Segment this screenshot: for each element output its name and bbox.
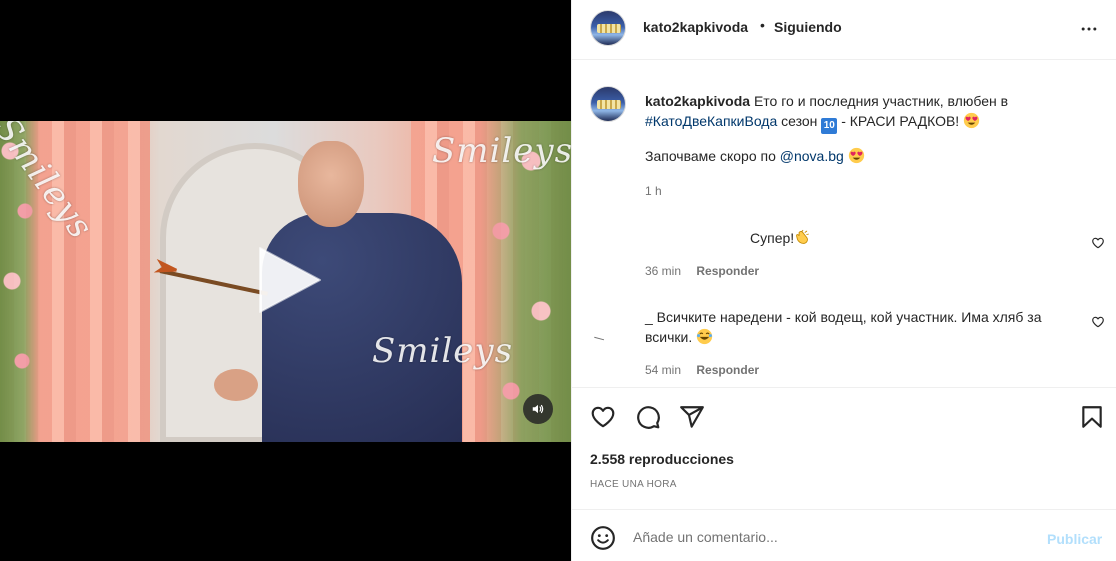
comment-avatar-placeholder — [593, 336, 605, 342]
play-icon[interactable] — [252, 244, 324, 316]
header-username[interactable]: kato2kapkivoda — [643, 19, 748, 35]
more-horizontal-icon[interactable] — [1077, 17, 1101, 41]
video-player[interactable]: Smileys Smileys Smileys — [0, 121, 571, 442]
caption-timestamp: 1 h — [645, 184, 662, 198]
watermark-text: Smileys — [432, 131, 571, 171]
comment-text: Супер! — [750, 229, 811, 249]
reply-button[interactable]: Responder — [696, 264, 759, 278]
emoji-picker-icon[interactable] — [590, 525, 616, 551]
comment-time: 54 min — [645, 363, 682, 377]
comment-like-heart-icon[interactable] — [1091, 236, 1105, 250]
bookmark-icon[interactable] — [1079, 404, 1105, 430]
comment-time: 36 min — [645, 264, 682, 278]
avatar[interactable] — [590, 86, 626, 122]
media-panel: Smileys Smileys Smileys — [0, 0, 571, 561]
watermark-text: Smileys — [372, 331, 514, 371]
reply-button[interactable]: Responder — [696, 363, 759, 377]
following-button[interactable]: Siguiendo — [774, 19, 842, 35]
publish-button[interactable]: Publicar — [1047, 531, 1102, 547]
laughing-tears-emoji-icon — [696, 328, 713, 350]
view-count[interactable]: 2.558 reproducciones — [590, 451, 734, 467]
heart-eyes-emoji-icon — [963, 112, 980, 134]
person-head — [298, 141, 364, 227]
action-bar-divider — [572, 387, 1116, 388]
caption-text-part: Започваме скоро по — [645, 148, 776, 164]
heart-eyes-emoji-icon — [848, 147, 865, 167]
caption-username[interactable]: kato2kapkivoda — [645, 93, 750, 109]
caption-text-part: сезон — [781, 113, 818, 129]
separator-dot: • — [760, 17, 765, 33]
caption-text-part: Ето го и последния участник, влюбен в — [753, 93, 1009, 109]
mention-link[interactable]: @nova.bg — [780, 148, 844, 164]
post-details-panel: kato2kapkivoda • Siguiendo kato2kapkivod… — [571, 0, 1116, 561]
comment-input[interactable] — [633, 525, 1033, 549]
comment-icon[interactable] — [635, 404, 661, 430]
volume-icon[interactable] — [523, 394, 553, 424]
comment-meta: 36 min Responder — [645, 264, 759, 278]
comment-meta: 54 min Responder — [645, 363, 759, 377]
caption-line-2: Започваме скоро по @nova.bg — [645, 147, 865, 167]
comment-text: _ Всичките наредени - кой водещ, кой уча… — [645, 307, 1085, 350]
caption-text: kato2kapkivoda Ето го и последния участн… — [645, 91, 1075, 134]
share-icon[interactable] — [679, 404, 705, 430]
caption-text-part: - КРАСИ РАДКОВ! — [841, 113, 960, 129]
clapping-hands-emoji-icon — [794, 229, 811, 249]
season-badge: 10 — [821, 118, 838, 134]
post-header: kato2kapkivoda • Siguiendo — [572, 0, 1116, 60]
avatar[interactable] — [590, 10, 626, 46]
heart-icon[interactable] — [590, 404, 616, 430]
post-dialog: Smileys Smileys Smileys kato2kapkivoda •… — [0, 0, 1116, 561]
comment-like-heart-icon[interactable] — [1091, 315, 1105, 329]
posted-timestamp: HACE UNA HORA — [590, 479, 677, 490]
person-hand — [214, 369, 258, 401]
hashtag-link[interactable]: #КатоДвеКапкиВода — [645, 113, 777, 129]
add-comment-bar: Publicar — [572, 509, 1116, 561]
comment-body: Супер! — [750, 230, 795, 246]
